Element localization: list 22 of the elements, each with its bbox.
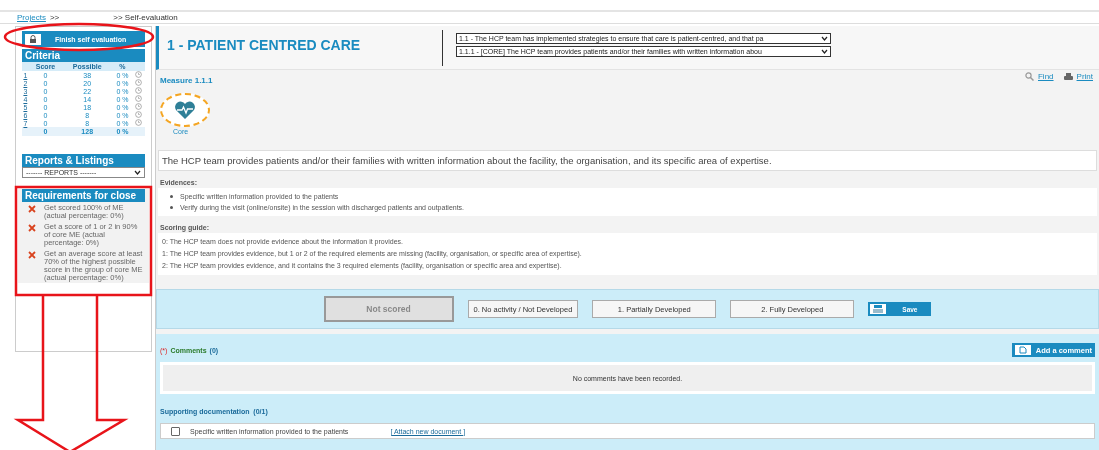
lock-icon (25, 33, 41, 45)
checkbox[interactable] (171, 426, 180, 436)
printer-icon (1063, 72, 1073, 81)
requirements-header: Requirements for close (22, 189, 145, 202)
bullet-icon (170, 195, 173, 198)
breadcrumb-link[interactable]: Projects (17, 13, 46, 22)
print-link[interactable]: Print (1076, 72, 1093, 81)
measure-title: Measure 1.1.1 (160, 76, 213, 85)
breadcrumb-separator: >> (49, 13, 60, 22)
reports-header: Reports & Listings (22, 154, 145, 167)
document-icon (1014, 345, 1031, 355)
chevron-down-icon (821, 36, 828, 41)
chevron-down-icon (821, 49, 828, 54)
chevron-down-icon (134, 170, 141, 175)
measure-description: The HCP team provides patients and/or their families with written information about the facility, the organisation, and its specific area of expertise. (158, 150, 1097, 171)
search-icon (1025, 72, 1034, 81)
heart-pulse-icon (174, 100, 196, 120)
find-link[interactable]: Find (1038, 72, 1054, 81)
section-title: 1 - PATIENT CENTRED CARE (159, 30, 443, 66)
breadcrumb-current: >> Self-evaluation (113, 13, 178, 22)
criteria-header: Criteria (22, 49, 145, 62)
bullet-icon (170, 206, 173, 209)
